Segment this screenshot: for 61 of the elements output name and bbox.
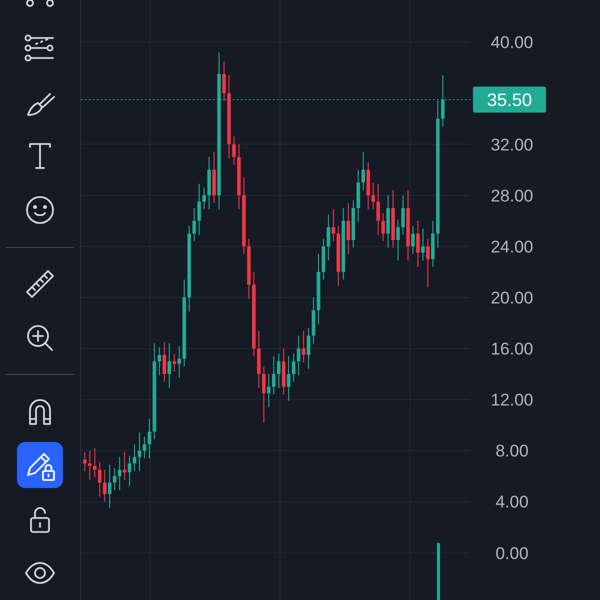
candlestick <box>306 328 310 370</box>
price-axis-label: 12.00 <box>490 390 534 410</box>
candlestick <box>83 451 87 472</box>
price-axis-label: 24.00 <box>490 237 534 256</box>
candlestick <box>292 353 296 382</box>
candlestick <box>326 214 330 261</box>
price-axis-label: 16.00 <box>490 340 534 358</box>
candlestick <box>98 462 102 498</box>
candlestick <box>376 183 380 236</box>
price-axis-label: 20.00 <box>490 288 534 308</box>
candlestick <box>302 330 306 364</box>
candlestick <box>361 151 366 191</box>
candlestick <box>286 356 290 402</box>
candlestick <box>197 183 201 236</box>
candlestick <box>202 187 206 210</box>
candlestick <box>266 374 271 408</box>
price-axis-label: 40.00 <box>490 33 534 52</box>
candlestick <box>346 202 350 255</box>
price-axis-label: 8.00 <box>495 442 529 461</box>
price-axis-label: 28.00 <box>490 186 534 206</box>
ref-line-label: 35.50 <box>486 90 532 110</box>
volume-pane-drawing <box>437 543 440 600</box>
candlestick <box>172 353 176 372</box>
candlestick <box>92 448 97 478</box>
candlestick <box>142 436 146 459</box>
candlestick <box>118 456 122 491</box>
candlestick <box>108 464 112 509</box>
toolbar-tool-button[interactable] <box>17 442 63 488</box>
last-price-badge: 35.50 <box>473 86 546 113</box>
candlestick <box>222 60 226 102</box>
candlestick <box>272 356 276 395</box>
price-axis-label: 0.00 <box>495 544 529 563</box>
candlestick <box>232 136 236 166</box>
candlestick <box>441 74 445 127</box>
candlestick <box>332 208 336 242</box>
candlestick <box>371 182 375 210</box>
candlestick <box>132 444 136 472</box>
candlestick <box>128 455 132 487</box>
candlestick <box>122 451 126 480</box>
candlestick <box>88 450 92 480</box>
candlestick <box>416 220 420 268</box>
candlestick <box>102 469 106 502</box>
candlestick <box>421 228 425 261</box>
candlestick <box>112 468 116 491</box>
candlestick <box>138 432 142 472</box>
price-axis-label: 4.00 <box>495 492 529 512</box>
candlestick <box>426 238 430 288</box>
candlestick <box>381 212 385 242</box>
candlestick <box>401 194 405 236</box>
price-axis-label: 32.00 <box>490 135 534 154</box>
candlestick <box>177 345 182 378</box>
candlestick <box>148 418 152 459</box>
candlestick <box>411 225 415 255</box>
candlestick <box>396 219 400 261</box>
candlestick <box>262 366 266 424</box>
candlestick <box>192 208 196 242</box>
candlestick <box>168 342 172 389</box>
candlestick <box>162 342 166 382</box>
candlestick <box>296 335 300 376</box>
candlestick <box>276 353 281 389</box>
candlestick <box>158 346 162 376</box>
